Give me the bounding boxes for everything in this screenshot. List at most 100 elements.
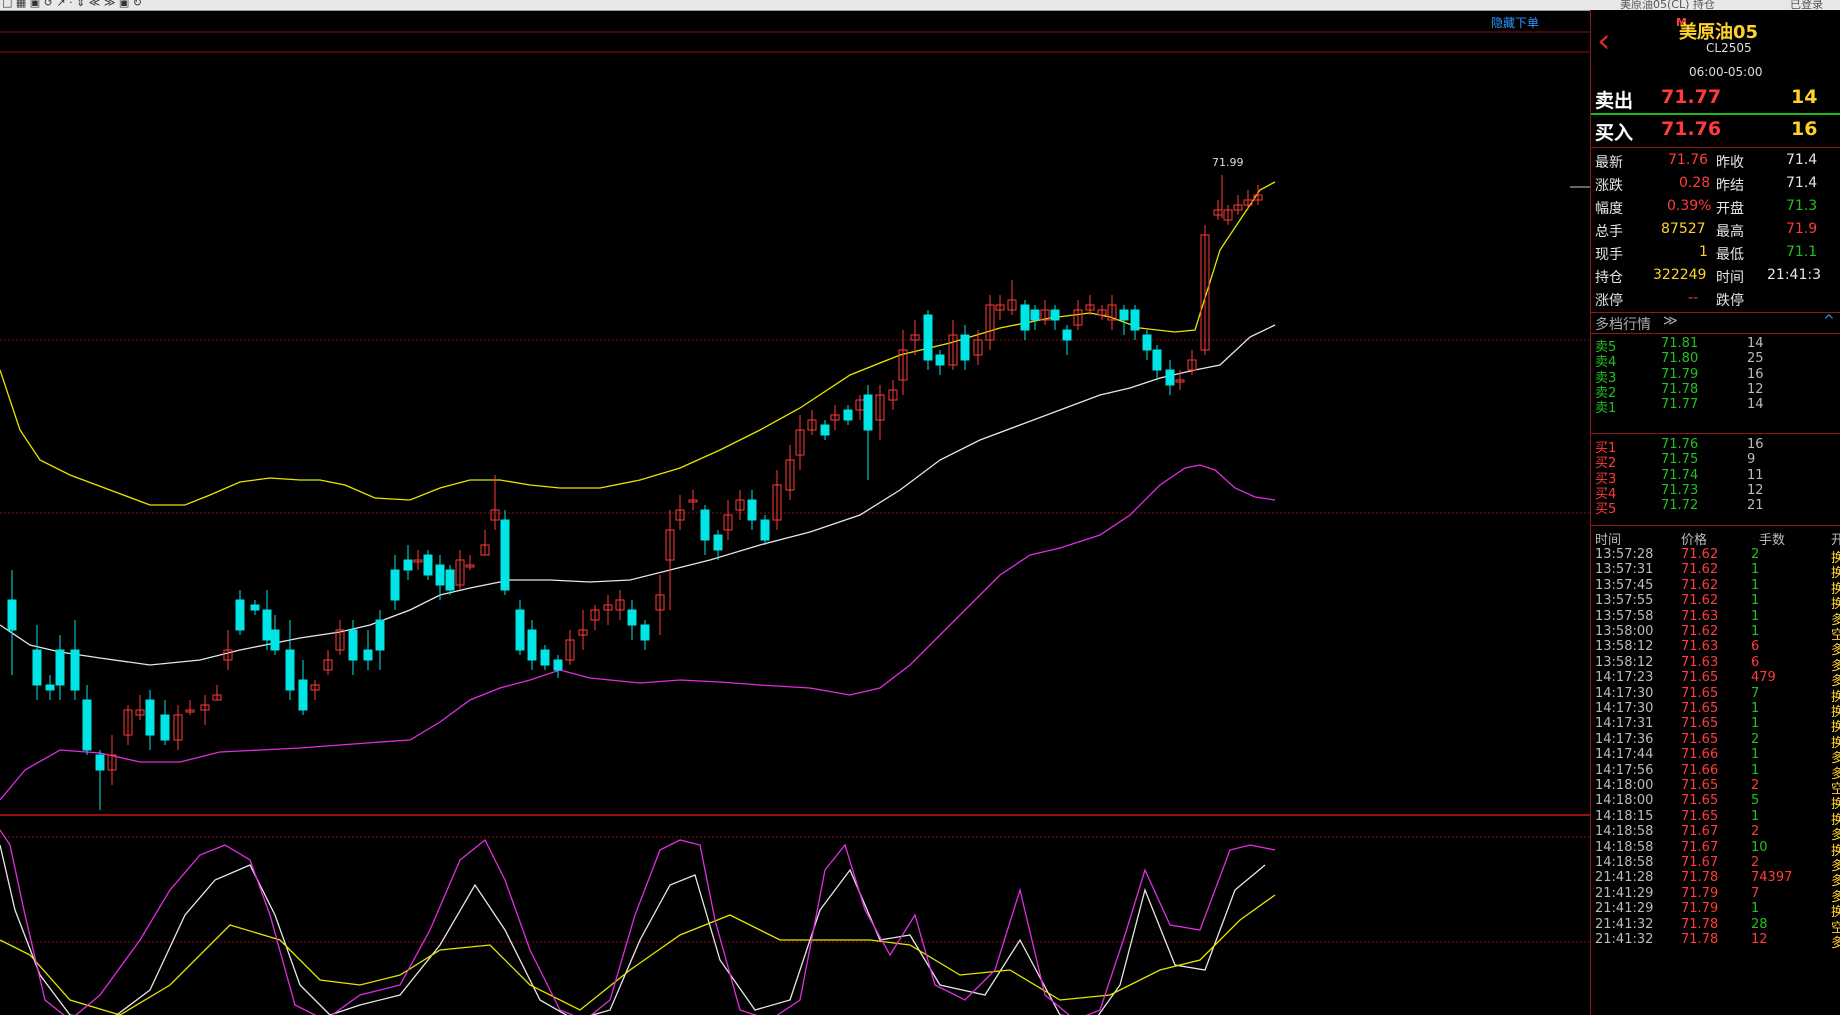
candle-body	[935, 354, 945, 366]
quote-row: 涨停 -- 跌停	[1591, 288, 1840, 311]
candle-body	[515, 609, 525, 651]
tick-volume: 6	[1751, 639, 1760, 655]
tick-volume: 479	[1751, 670, 1776, 686]
quote-row: 总手 87527 最高 71.9	[1591, 219, 1840, 242]
tick-price: 71.65	[1681, 808, 1719, 824]
low-label: 最低	[1716, 247, 1744, 263]
tick-type: 多	[1831, 932, 1840, 951]
tick-price: 71.65	[1681, 778, 1719, 793]
tick-volume: 1	[1751, 701, 1760, 716]
sell-price: 71.77	[1661, 86, 1722, 108]
depth-price: 71.76	[1661, 437, 1699, 452]
depth-volume: 21	[1747, 498, 1764, 514]
pct-label: 幅度	[1595, 201, 1623, 217]
prev-close-label: 昨收	[1716, 155, 1744, 171]
expand-icon[interactable]: ≫	[1663, 313, 1678, 329]
trading-session: 06:00-05:00	[1689, 65, 1763, 79]
ticks-price-header: 价格	[1681, 533, 1708, 548]
candle-body	[747, 499, 757, 521]
quote-row: 幅度 0.39% 开盘 71.3	[1591, 196, 1840, 219]
tick-time: 14:18:00	[1595, 778, 1654, 793]
tick-price: 71.65	[1681, 701, 1719, 716]
volume-value: 87527	[1661, 221, 1706, 237]
boll-middle-line	[0, 324, 1276, 666]
buy-row[interactable]: 买入 71.76 16	[1591, 115, 1840, 145]
candle-body	[270, 629, 280, 651]
tick-time: 21:41:32	[1595, 916, 1654, 932]
tick-time: 13:57:58	[1595, 608, 1654, 624]
tick-time: 13:57:45	[1595, 577, 1654, 593]
tick-volume: 1	[1751, 593, 1760, 609]
candle-body	[1130, 309, 1140, 331]
candle-body	[285, 649, 295, 691]
candle-body	[250, 604, 260, 611]
tick-price: 71.62	[1681, 624, 1719, 639]
tick-price: 71.79	[1681, 901, 1719, 917]
buy-price: 71.76	[1661, 118, 1722, 140]
tick-volume: 2	[1751, 778, 1760, 793]
hide-order-button[interactable]: 隐藏下单	[1491, 14, 1539, 31]
depth-volume: 16	[1747, 437, 1764, 452]
tick-price: 71.65	[1681, 731, 1719, 747]
sell-label: 卖出	[1595, 90, 1634, 112]
candle-body	[95, 754, 105, 771]
candle-body	[923, 314, 933, 361]
depth-price: 71.74	[1661, 467, 1699, 483]
tick-volume: 1	[1751, 716, 1760, 732]
candle-body	[82, 699, 92, 751]
tick-time: 14:17:23	[1595, 670, 1654, 686]
depth-price: 71.80	[1661, 351, 1699, 367]
collapse-icon[interactable]: ^	[1823, 313, 1835, 329]
depth-header[interactable]: 多档行情 ≫ ^	[1591, 312, 1840, 334]
tick-price: 71.63	[1681, 654, 1719, 670]
tick-volume: 28	[1751, 916, 1768, 932]
change-value: 0.28	[1679, 175, 1711, 191]
tick-volume: 1	[1751, 608, 1760, 624]
candle-body	[262, 609, 272, 641]
depth-label: 卖1	[1595, 401, 1617, 417]
tick-price: 71.79	[1681, 885, 1719, 901]
tick-time: 13:57:31	[1595, 562, 1654, 578]
candle-body	[760, 519, 770, 541]
depth-row[interactable]: 买5 71.72 21	[1591, 497, 1840, 517]
tick-time: 14:17:36	[1595, 731, 1654, 747]
kdj-j-line	[0, 829, 1276, 1015]
tick-volume: 10	[1751, 839, 1768, 855]
candle-body	[1142, 334, 1152, 351]
tick-volume: 2	[1751, 855, 1760, 870]
candle-body	[32, 649, 42, 686]
kline-chart[interactable]: 71.99	[0, 10, 1590, 1015]
open-value: 71.3	[1786, 198, 1818, 214]
back-arrow-icon[interactable]: ‹	[1597, 24, 1611, 58]
tick-time: 14:17:30	[1595, 685, 1654, 701]
candle-body	[160, 714, 170, 741]
candle-body	[7, 599, 17, 631]
tick-price: 71.63	[1681, 639, 1719, 655]
candle-body	[348, 629, 358, 661]
high-value: 71.9	[1786, 221, 1818, 237]
tick-volume: 1	[1751, 562, 1760, 578]
tick-time: 14:18:58	[1595, 855, 1654, 870]
limit-up-label: 涨停	[1595, 293, 1623, 309]
depth-row[interactable]: 卖1 71.77 14	[1591, 396, 1840, 417]
toolbar-icons[interactable]: □ ▦ ▣ ↺ ↗ · ⇕ ≪ ≫ ▣ ↻	[2, 0, 142, 9]
tick-price: 71.65	[1681, 716, 1719, 732]
tick-time: 13:58:00	[1595, 624, 1654, 639]
candle-body	[445, 569, 455, 591]
sell-volume: 14	[1791, 86, 1818, 108]
change-label: 涨跌	[1595, 178, 1623, 194]
candle-body	[403, 559, 413, 571]
tick-volume: 7	[1751, 885, 1760, 901]
candle-body	[423, 554, 433, 576]
depth-volume: 12	[1747, 381, 1764, 397]
tick-time: 13:58:12	[1595, 654, 1654, 670]
tick-price: 71.67	[1681, 839, 1719, 855]
candle-body	[700, 509, 710, 541]
tick-volume: 1	[1751, 577, 1760, 593]
tick-time: 13:58:12	[1595, 639, 1654, 655]
candle-body	[1050, 309, 1060, 321]
sell-row[interactable]: 卖出 71.77 14	[1591, 83, 1840, 113]
depth-price: 71.73	[1661, 482, 1699, 498]
candle-body	[390, 569, 400, 601]
tick-price: 71.78	[1681, 870, 1719, 886]
